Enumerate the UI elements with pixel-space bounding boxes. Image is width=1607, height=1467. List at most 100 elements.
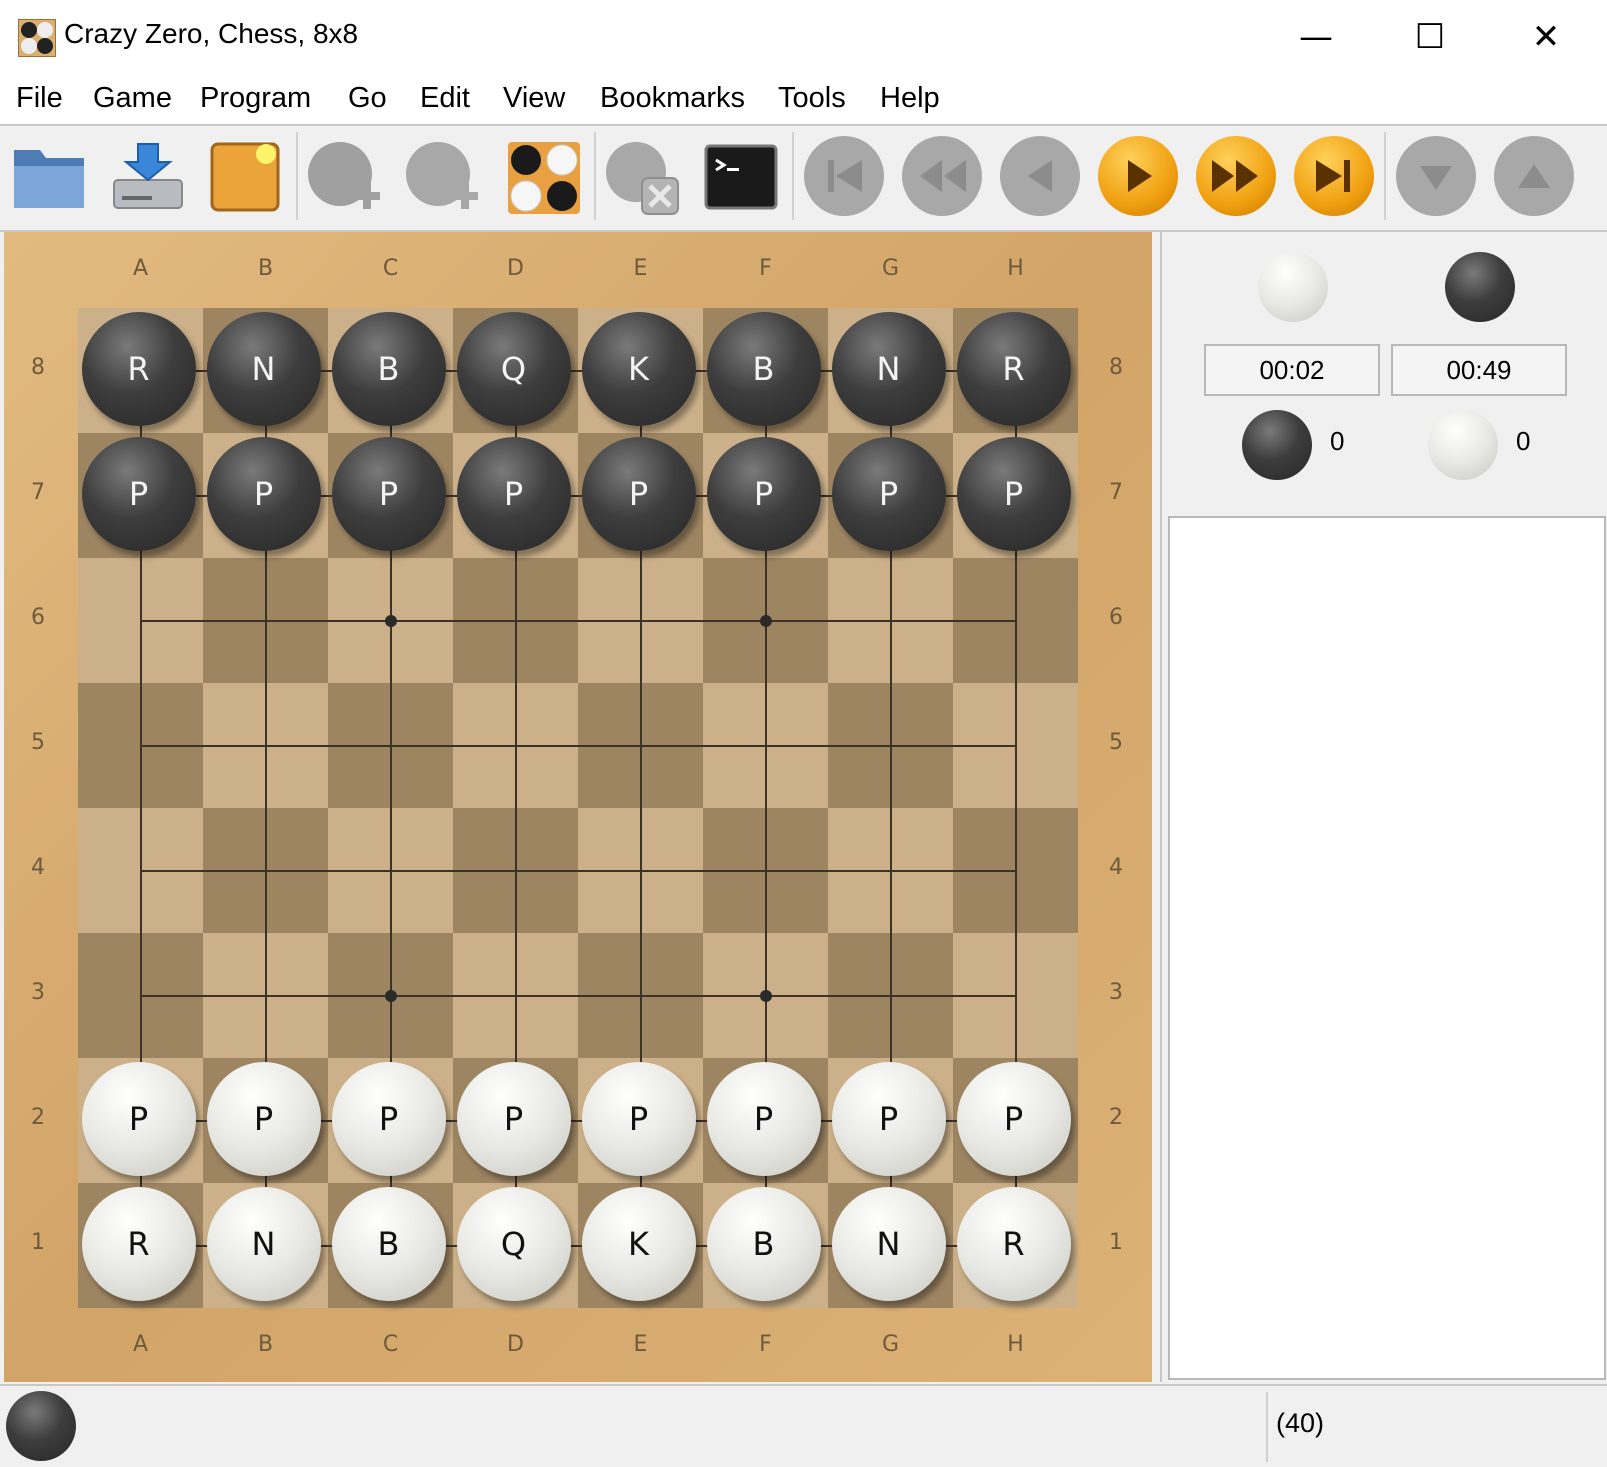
black-piece-p-a7[interactable]: P (81, 436, 196, 551)
menu-help[interactable]: Help (880, 82, 940, 115)
white-piece-p-c2[interactable]: P (331, 1061, 446, 1176)
toolbar-separator (792, 132, 794, 220)
file-label-top: B (257, 256, 274, 281)
black-piece-p-d7[interactable]: P (456, 436, 571, 551)
info-panel: 00:02 00:49 0 0 (1160, 232, 1607, 1382)
menu-view[interactable]: View (503, 82, 565, 115)
white-piece-n-b1[interactable]: N (206, 1186, 321, 1301)
white-piece-k-e1[interactable]: K (581, 1186, 696, 1301)
black-piece-b-c8[interactable]: B (331, 311, 446, 426)
rank-label-left: 7 (31, 479, 45, 505)
black-piece-p-f7[interactable]: P (706, 436, 821, 551)
black-captures-count: 0 (1330, 426, 1345, 456)
toolbar-separator (594, 132, 596, 220)
forward-button[interactable] (1098, 136, 1178, 216)
app-icon (18, 19, 56, 57)
rank-label-right: 3 (1109, 979, 1123, 1005)
file-label-top: H (1007, 256, 1024, 281)
new-program-button[interactable] (304, 136, 384, 216)
white-piece-r-h1[interactable]: R (956, 1186, 1071, 1301)
black-piece-n-g8[interactable]: N (831, 311, 946, 426)
black-piece-b-f8[interactable]: B (706, 311, 821, 426)
new-game-button[interactable] (206, 136, 286, 216)
rank-label-left: 6 (31, 604, 45, 630)
attach-program-icon (406, 142, 478, 209)
white-piece-p-g2[interactable]: P (831, 1061, 946, 1176)
beginning-button[interactable] (804, 136, 884, 216)
hoshi-point (759, 614, 772, 627)
rank-label-left: 8 (31, 354, 45, 380)
status-bar: (40) (0, 1384, 1607, 1467)
white-piece-r-a1[interactable]: R (81, 1186, 196, 1301)
white-piece-p-f2[interactable]: P (706, 1061, 821, 1176)
save-icon (113, 143, 183, 209)
previous-variation-button[interactable] (1494, 136, 1574, 216)
black-piece-p-c7[interactable]: P (331, 436, 446, 551)
black-piece-p-h7[interactable]: P (956, 436, 1071, 551)
detach-program-button[interactable] (602, 136, 682, 216)
menu-go[interactable]: Go (348, 82, 387, 115)
rank-label-right: 5 (1109, 729, 1123, 755)
gtp-shell-button[interactable] (700, 136, 780, 216)
black-piece-n-b8[interactable]: N (206, 311, 321, 426)
white-piece-p-a2[interactable]: P (81, 1061, 196, 1176)
rank-label-right: 2 (1109, 1104, 1123, 1130)
attach-program-button[interactable] (402, 136, 482, 216)
black-piece-k-e8[interactable]: K (581, 311, 696, 426)
rank-label-left: 3 (31, 979, 45, 1005)
title-bar[interactable]: Crazy Zero, Chess, 8x8 — ☐ ✕ (0, 0, 1607, 76)
white-clock: 00:02 (1204, 344, 1380, 396)
white-piece-n-g1[interactable]: N (831, 1186, 946, 1301)
forward-ten-button[interactable] (1196, 136, 1276, 216)
toolbar-separator (296, 132, 298, 220)
white-piece-p-d2[interactable]: P (456, 1061, 571, 1176)
white-piece-p-e2[interactable]: P (581, 1061, 696, 1176)
close-button[interactable]: ✕ (1516, 12, 1576, 62)
next-variation-button[interactable] (1396, 136, 1476, 216)
end-button[interactable] (1294, 136, 1374, 216)
white-piece-p-h2[interactable]: P (956, 1061, 1071, 1176)
rank-label-left: 4 (31, 854, 45, 880)
detach-program-icon (606, 142, 679, 215)
hoshi-point (759, 989, 772, 1002)
menu-edit[interactable]: Edit (420, 82, 470, 115)
setup-board-button[interactable] (504, 136, 584, 216)
hoshi-point (384, 614, 397, 627)
minimize-button[interactable]: — (1286, 12, 1346, 62)
white-piece-q-d1[interactable]: Q (456, 1186, 571, 1301)
menu-file[interactable]: File (16, 82, 63, 115)
save-button[interactable] (108, 136, 188, 216)
file-label-bottom: D (507, 1332, 524, 1357)
forward-ten-icon (1212, 160, 1258, 192)
white-captures-stone-icon (1428, 410, 1498, 480)
backward-button[interactable] (1000, 136, 1080, 216)
file-label-top: E (633, 256, 648, 281)
toolbar (0, 126, 1607, 232)
window-title: Crazy Zero, Chess, 8x8 (64, 18, 359, 49)
comment-textarea[interactable] (1168, 516, 1606, 1380)
game-board[interactable]: RNBQKBNRPPPPPPPPPPPPPPPPRNBQKBNR (78, 308, 1078, 1308)
menu-game[interactable]: Game (93, 82, 172, 115)
menu-tools[interactable]: Tools (778, 82, 846, 115)
black-piece-p-e7[interactable]: P (581, 436, 696, 551)
menu-bookmarks[interactable]: Bookmarks (600, 82, 745, 115)
open-button[interactable] (10, 136, 90, 216)
white-piece-b-c1[interactable]: B (331, 1186, 446, 1301)
grid-line (140, 619, 1016, 622)
backward-ten-button[interactable] (902, 136, 982, 216)
black-piece-p-g7[interactable]: P (831, 436, 946, 551)
rank-label-right: 6 (1109, 604, 1123, 630)
black-piece-r-a8[interactable]: R (81, 311, 196, 426)
maximize-button[interactable]: ☐ (1400, 12, 1460, 62)
white-piece-b-f1[interactable]: B (706, 1186, 821, 1301)
black-clock: 00:49 (1391, 344, 1567, 396)
white-piece-p-b2[interactable]: P (206, 1061, 321, 1176)
menu-bar: File Game Program Go Edit View Bookmarks… (0, 76, 1607, 126)
black-piece-r-h8[interactable]: R (956, 311, 1071, 426)
to-move-stone-icon (6, 1391, 76, 1461)
black-piece-q-d8[interactable]: Q (456, 311, 571, 426)
black-piece-p-b7[interactable]: P (206, 436, 321, 551)
menu-program[interactable]: Program (200, 82, 311, 115)
file-label-top: D (507, 256, 524, 281)
rank-label-right: 1 (1109, 1229, 1123, 1255)
